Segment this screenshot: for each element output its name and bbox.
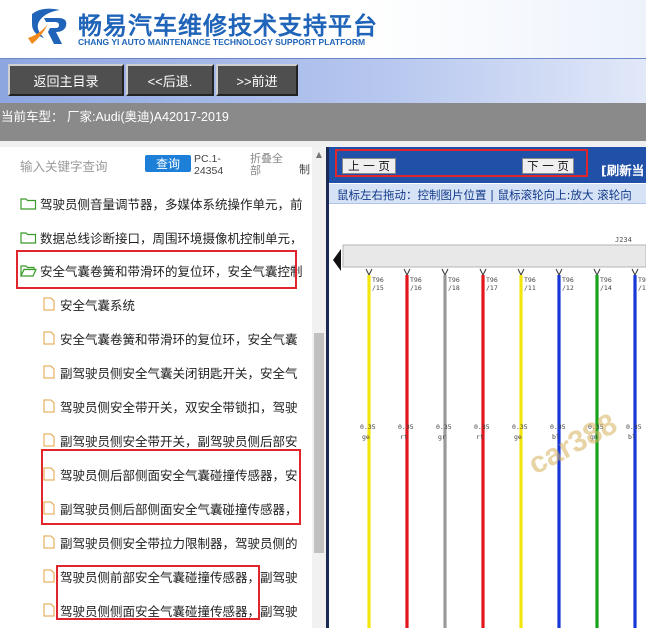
current-vehicle: 当前车型： 厂家:Audi(奥迪)A42017-2019 bbox=[1, 110, 229, 124]
pin-arrow-icon bbox=[365, 268, 373, 277]
tree-file[interactable]: 安全气囊卷簧和带滑环的复位环，安全气囊 bbox=[43, 327, 310, 349]
connector-body bbox=[342, 244, 646, 268]
viewer-panel: 上 一 页 下 一 页 [刷新当 鼠标左右拖动：控制图片位置 | 鼠标滚轮向上:… bbox=[329, 147, 646, 628]
pin-label: T96 bbox=[486, 276, 498, 284]
pin-arrow-icon bbox=[403, 268, 411, 277]
pin-label: T96 bbox=[638, 276, 646, 284]
document-icon bbox=[43, 331, 55, 345]
tree-file[interactable]: 副驾驶员侧安全带拉力限制器，驾驶员侧的 bbox=[43, 531, 310, 553]
tree-file-label: 安全气囊卷簧和带滑环的复位环，安全气囊 bbox=[60, 331, 298, 347]
tree-file[interactable]: 安全气囊系统 bbox=[43, 293, 310, 315]
document-icon bbox=[43, 535, 55, 549]
page-bar: 上 一 页 下 一 页 [刷新当 bbox=[329, 147, 646, 183]
tree-file-label: 副驾驶员侧安全带拉力限制器，驾驶员侧的 bbox=[60, 535, 298, 551]
tree-panel: 输入关键字查询 查询 PC.1-24354 折叠全部 制 驾驶员侧音量调节器，多… bbox=[0, 147, 326, 628]
tree-folder[interactable]: 数据总线诊断接口，周围环境摄像机控制单元， bbox=[20, 226, 310, 248]
pin-arrow-icon bbox=[631, 268, 639, 277]
pin-number: /18 bbox=[448, 284, 460, 292]
vehicle-bar: 当前车型： 厂家:Audi(奥迪)A42017-2019 bbox=[0, 103, 646, 141]
highlight-box bbox=[16, 250, 297, 289]
pan-left-arrow-icon bbox=[333, 249, 341, 271]
pin-number: /16 bbox=[410, 284, 422, 292]
pin-label: T96 bbox=[524, 276, 536, 284]
wire-color-code: gr bbox=[438, 433, 446, 441]
wire-color-code: rt bbox=[476, 433, 484, 441]
tree-file[interactable]: 副驾驶员侧安全带开关，副驾驶员侧后部安 bbox=[43, 429, 310, 451]
folder-icon bbox=[20, 197, 37, 210]
header: 畅易汽车维修技术支持平台 CHANG YI AUTO MAINTENANCE T… bbox=[0, 0, 646, 58]
tree-file[interactable]: 驾驶员侧安全带开关，双安全带锁扣，驾驶 bbox=[43, 395, 310, 417]
cy-logo-icon bbox=[28, 8, 67, 44]
history-back-button[interactable]: <<后退. bbox=[126, 64, 214, 96]
history-forward-button[interactable]: >>前进 bbox=[216, 64, 298, 96]
pin-number: /12 bbox=[562, 284, 574, 292]
document-icon bbox=[43, 297, 55, 311]
connector-label: J234 bbox=[615, 236, 632, 244]
pin-label: T96 bbox=[410, 276, 422, 284]
wire-gauge: 0.35 bbox=[626, 423, 642, 431]
pin-number: /13 bbox=[638, 284, 646, 292]
pin-arrow-icon bbox=[479, 268, 487, 277]
wire-group: T96/150.35geT96/160.35rtT96/180.35grT96/… bbox=[360, 268, 646, 628]
app-title: 畅易汽车维修技术支持平台 bbox=[78, 12, 378, 40]
pin-arrow-icon bbox=[517, 268, 525, 277]
pin-number: /15 bbox=[372, 284, 384, 292]
scroll-up-arrow-icon[interactable]: ▲ bbox=[312, 147, 326, 161]
truncated-label: 制 bbox=[299, 163, 310, 176]
app-subtitle: CHANG YI AUTO MAINTENANCE TECHNOLOGY SUP… bbox=[78, 37, 366, 47]
pin-label: T96 bbox=[562, 276, 574, 284]
tree-file-label: 副驾驶员侧安全带开关，副驾驶员侧后部安 bbox=[60, 433, 298, 449]
pin-number: /11 bbox=[524, 284, 536, 292]
pin-label: T96 bbox=[372, 276, 384, 284]
refresh-link[interactable]: [刷新当 bbox=[601, 160, 644, 179]
wire-color-code: ge bbox=[362, 433, 370, 441]
scroll-thumb[interactable] bbox=[314, 333, 324, 553]
tree-folder[interactable]: 驾驶员侧音量调节器，多媒体系统操作单元，前 bbox=[20, 192, 310, 214]
highlight-box bbox=[335, 149, 588, 177]
document-icon bbox=[43, 365, 55, 379]
tree-file[interactable]: 副驾驶员侧安全气囊关闭钥匙开关，安全气 bbox=[43, 361, 310, 383]
highlight-box bbox=[41, 449, 301, 525]
pin-arrow-icon bbox=[441, 268, 449, 277]
back-to-main-button[interactable]: 返回主目录 bbox=[8, 64, 124, 96]
wire-gauge: 0.35 bbox=[398, 423, 414, 431]
pin-number: /17 bbox=[486, 284, 498, 292]
pin-arrow-icon bbox=[593, 268, 601, 277]
wire-color-code: rt bbox=[400, 433, 408, 441]
collapse-all-button[interactable]: 折叠全部 bbox=[250, 153, 290, 177]
hint-bar: 鼠标左右拖动：控制图片位置 | 鼠标滚轮向上:放大 滚轮向 bbox=[329, 184, 646, 204]
wire-color-code: bl bbox=[628, 433, 636, 441]
tree-folder-label: 驾驶员侧音量调节器，多媒体系统操作单元，前 bbox=[40, 196, 303, 212]
tree-folder-label: 数据总线诊断接口，周围环境摄像机控制单元， bbox=[40, 230, 303, 246]
folder-icon bbox=[20, 231, 37, 244]
tree-file-label: 副驾驶员侧安全气囊关闭钥匙开关，安全气 bbox=[60, 365, 298, 381]
tree-file-label: 安全气囊系统 bbox=[60, 297, 136, 313]
document-icon bbox=[43, 569, 55, 583]
pin-number: /14 bbox=[600, 284, 612, 292]
document-icon bbox=[43, 603, 55, 617]
wire-color-code: ge bbox=[514, 433, 522, 441]
wire-gauge: 0.35 bbox=[474, 423, 490, 431]
wire-gauge: 0.35 bbox=[512, 423, 528, 431]
document-code: PC.1-24354 bbox=[194, 153, 224, 177]
wire-gauge: 0.35 bbox=[436, 423, 452, 431]
wiring-diagram[interactable]: J234 T96/15 0.35 ge T96/16 0.35 rt T96/18 0.35 g… bbox=[329, 205, 646, 628]
document-icon bbox=[43, 433, 55, 447]
highlight-box bbox=[56, 565, 260, 620]
wire-gauge: 0.35 bbox=[360, 423, 376, 431]
query-button[interactable]: 查询 bbox=[145, 155, 191, 172]
tree-scrollbar[interactable]: ▲ bbox=[312, 147, 326, 628]
nav-bar: 返回主目录 <<后退. >>前进 bbox=[0, 58, 646, 103]
pin-label: T96 bbox=[448, 276, 460, 284]
pin-label: T96 bbox=[600, 276, 612, 284]
search-input[interactable]: 输入关键字查询 bbox=[20, 156, 108, 175]
pin-arrow-icon bbox=[555, 268, 563, 277]
tree-file-label: 驾驶员侧安全带开关，双安全带锁扣，驾驶 bbox=[60, 399, 298, 415]
hint-text: 鼠标左右拖动：控制图片位置 | 鼠标滚轮向上:放大 滚轮向 bbox=[337, 188, 632, 202]
document-icon bbox=[43, 399, 55, 413]
